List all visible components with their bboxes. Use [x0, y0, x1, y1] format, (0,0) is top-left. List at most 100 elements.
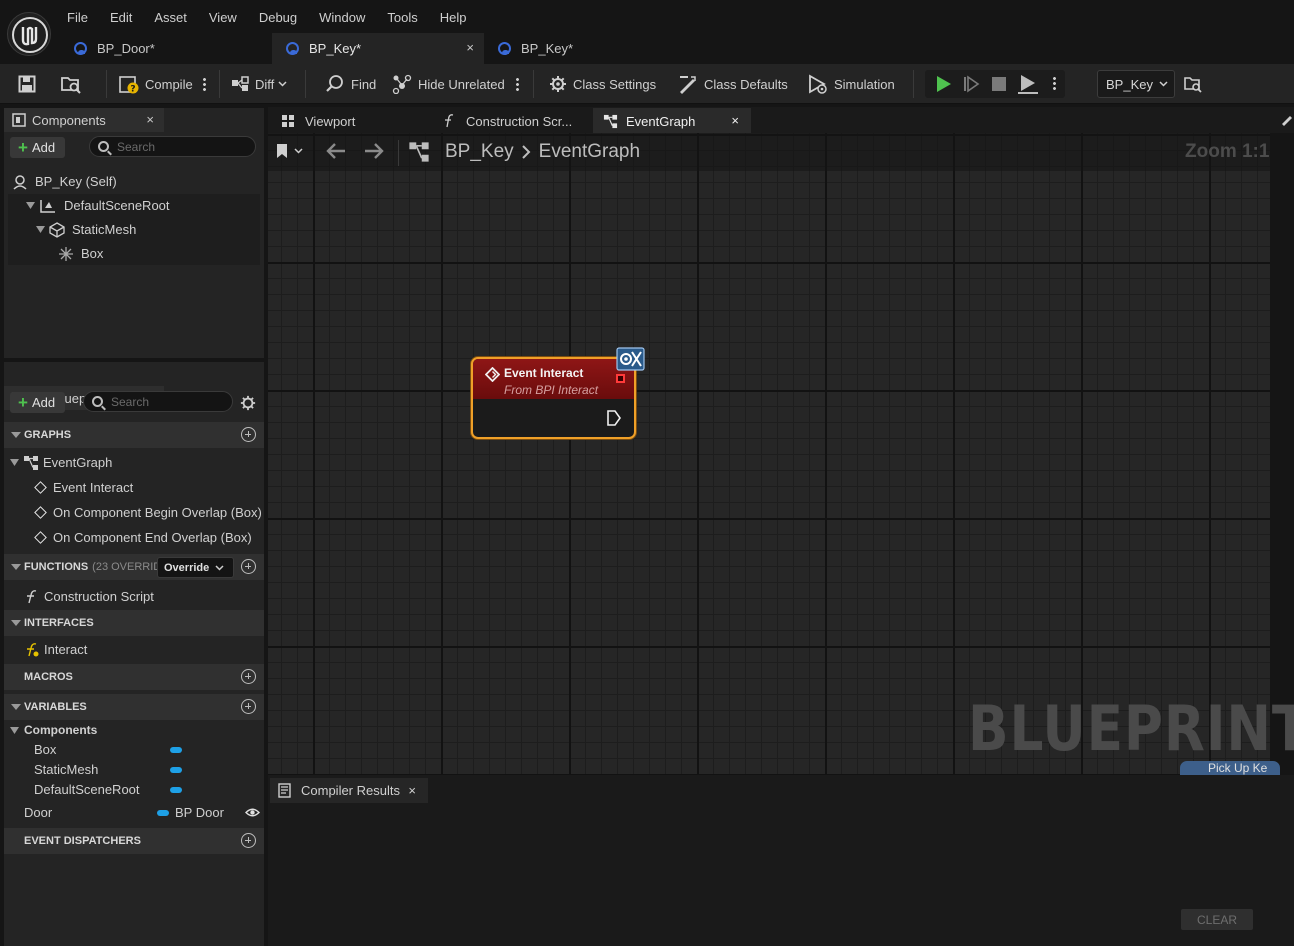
add-macro-icon[interactable]	[241, 669, 256, 684]
event-item-begin-overlap[interactable]: On Component Begin Overlap (Box)	[34, 501, 262, 524]
graph-breadcrumb-icon	[408, 141, 430, 163]
compile-button[interactable]: ? Compile	[119, 64, 193, 104]
advance-frame-button[interactable]	[962, 75, 980, 93]
eject-button[interactable]	[1017, 73, 1039, 95]
collapse-arrow-icon[interactable]	[11, 620, 21, 626]
menu-debug[interactable]: Debug	[248, 8, 308, 30]
bookmark-button[interactable]	[276, 143, 303, 159]
find-button[interactable]: Find	[325, 64, 376, 104]
add-member-button[interactable]: + Add	[10, 392, 66, 413]
unreal-logo-icon[interactable]	[7, 12, 51, 56]
my-blueprint-settings-button[interactable]	[240, 395, 256, 411]
interfaces-section-header[interactable]: INTERFACES	[4, 610, 264, 636]
component-default-scene-root[interactable]: DefaultSceneRoot	[26, 194, 170, 217]
back-button[interactable]	[326, 143, 346, 159]
add-component-button[interactable]: + Add	[10, 137, 66, 158]
expand-arrow-icon[interactable]	[36, 226, 45, 233]
menu-view[interactable]: View	[198, 8, 248, 30]
event-item-interact[interactable]: Event Interact	[34, 476, 133, 499]
exec-out-pin[interactable]	[607, 410, 621, 426]
menu-help[interactable]: Help	[429, 8, 478, 30]
interface-item-interact[interactable]: Interact	[24, 638, 87, 661]
menu-window[interactable]: Window	[308, 8, 376, 30]
menu-asset[interactable]: Asset	[143, 8, 198, 30]
compile-options-button[interactable]	[203, 64, 206, 104]
hide-unrelated-options-button[interactable]	[516, 64, 519, 104]
tab-label: Viewport	[305, 113, 356, 129]
delegate-pin[interactable]	[616, 374, 625, 383]
variable-type-door[interactable]: BP Door	[175, 801, 224, 824]
breadcrumb-blueprint[interactable]: BP_Key	[445, 141, 514, 163]
component-self[interactable]: BP_Key (Self)	[12, 170, 117, 193]
doc-tab-bp-door[interactable]: BP_Door*	[60, 33, 272, 64]
menu-file[interactable]: File	[56, 8, 99, 30]
actor-self-icon	[13, 174, 27, 190]
doc-tab-bp-key-active[interactable]: BP_Key* ×	[272, 33, 484, 64]
add-dispatcher-icon[interactable]	[241, 833, 256, 848]
macros-section-header[interactable]: MACROS	[4, 664, 264, 690]
browse-button[interactable]	[60, 64, 88, 104]
debug-browse-button[interactable]	[1183, 74, 1203, 94]
simulation-button[interactable]: Simulation	[808, 64, 895, 104]
graphs-section-header[interactable]: GRAPHS	[4, 422, 264, 448]
my-blueprint-search-input[interactable]: Search	[83, 391, 233, 412]
expand-arrow-icon[interactable]	[10, 726, 19, 734]
doc-tab-label: BP_Door*	[97, 41, 155, 56]
event-dispatchers-section-header[interactable]: EVENT DISPATCHERS	[4, 828, 264, 854]
close-tab-icon[interactable]: ×	[731, 113, 739, 128]
tab-eventgraph[interactable]: EventGraph ×	[593, 108, 751, 134]
close-tab-icon[interactable]: ×	[408, 783, 416, 798]
class-defaults-button[interactable]: Class Defaults	[678, 64, 788, 104]
event-graph-canvas[interactable]	[268, 133, 1270, 775]
node-subtitle: From BPI Interact	[504, 383, 599, 397]
components-search-input[interactable]: Search	[89, 136, 256, 157]
clear-button[interactable]: CLEAR	[1181, 909, 1253, 930]
blueprint-asset-icon	[498, 42, 511, 55]
variable-item-door[interactable]: Door	[24, 801, 52, 824]
override-dropdown[interactable]: Override	[157, 557, 234, 578]
graph-item-eventgraph[interactable]: EventGraph	[10, 451, 112, 474]
variables-section-header[interactable]: VARIABLES	[4, 694, 264, 720]
browse-folder-icon	[61, 77, 81, 94]
function-item-construction-script[interactable]: Construction Script	[24, 585, 154, 608]
diff-button[interactable]: Diff	[231, 64, 287, 104]
comment-box-pick-up[interactable]: Pick Up Ke	[1180, 761, 1280, 775]
doc-tab-bp-key[interactable]: BP_Key*	[484, 33, 696, 64]
menu-edit[interactable]: Edit	[99, 8, 143, 30]
tab-construction-script[interactable]: Construction Scr...	[432, 108, 592, 134]
add-graph-icon[interactable]	[241, 427, 256, 442]
close-panel-icon[interactable]: ×	[146, 112, 154, 127]
visibility-toggle[interactable]	[245, 807, 260, 818]
save-button[interactable]	[18, 64, 42, 104]
close-tab-icon[interactable]: ×	[466, 40, 474, 55]
collapse-arrow-icon[interactable]	[11, 432, 21, 438]
chevron-down-icon	[215, 564, 224, 571]
collapse-arrow-icon[interactable]	[11, 564, 21, 570]
expand-arrow-icon[interactable]	[10, 459, 19, 466]
menu-tools[interactable]: Tools	[376, 8, 428, 30]
expand-arrow-icon[interactable]	[26, 202, 35, 209]
tab-label: Construction Scr...	[466, 113, 573, 129]
component-box[interactable]: Box	[58, 242, 103, 265]
class-settings-button[interactable]: Class Settings	[549, 64, 656, 104]
breadcrumb-graph[interactable]: EventGraph	[539, 141, 640, 163]
variable-category-components[interactable]: Components	[10, 720, 97, 740]
debug-object-select[interactable]: BP_Key	[1097, 70, 1175, 98]
event-interact-node[interactable]: Event Interact From BPI Interact	[471, 357, 636, 439]
details-edit-button[interactable]	[1280, 112, 1294, 126]
collapse-arrow-icon[interactable]	[11, 704, 21, 710]
stop-button[interactable]	[990, 75, 1008, 93]
compiler-results-tab[interactable]: Compiler Results ×	[270, 778, 428, 803]
forward-button[interactable]	[364, 143, 384, 159]
component-static-mesh[interactable]: StaticMesh	[36, 218, 136, 241]
event-item-end-overlap[interactable]: On Component End Overlap (Box)	[34, 526, 252, 549]
add-function-icon[interactable]	[241, 559, 256, 574]
play-options-button[interactable]	[1053, 76, 1056, 90]
play-button[interactable]	[934, 75, 952, 93]
components-tab[interactable]: Components ×	[4, 108, 164, 132]
hide-unrelated-button[interactable]: Hide Unrelated	[392, 64, 505, 104]
add-variable-icon[interactable]	[241, 699, 256, 714]
blueprint-asset-icon	[286, 42, 299, 55]
variable-item-defaultsceneroot[interactable]: DefaultSceneRoot	[34, 778, 140, 801]
tab-viewport[interactable]: Viewport	[271, 108, 431, 134]
